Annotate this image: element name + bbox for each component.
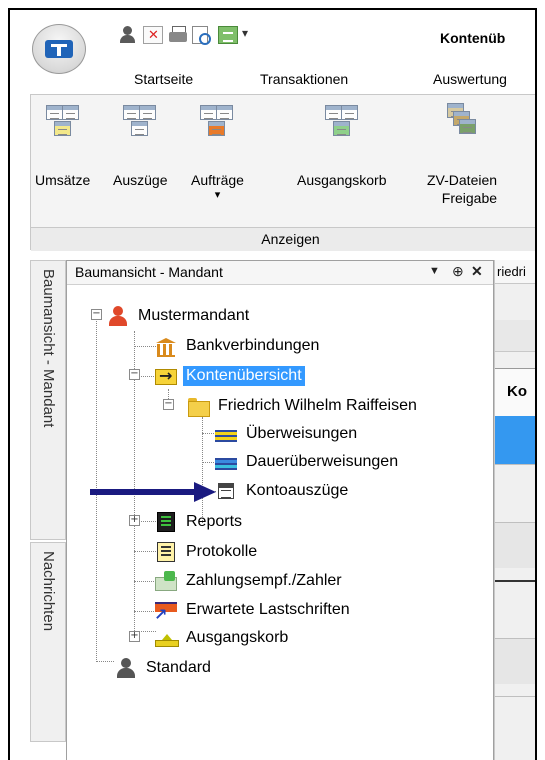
document-toolbar — [495, 320, 535, 352]
pane-title: Baumansicht - Mandant — [75, 264, 223, 280]
direct-debit-icon — [154, 600, 177, 624]
document-area: riedri Ko — [494, 260, 535, 760]
auszuege-icon — [121, 103, 159, 141]
tree-item-kontoauszuege[interactable]: Kontoauszüge — [215, 476, 351, 506]
umsaetze-button[interactable]: Umsätze — [35, 103, 90, 189]
ausgangskorb-button[interactable]: Ausgangskorb — [297, 103, 387, 189]
title-bar: ▾ Kontenüb — [10, 10, 535, 62]
print-icon[interactable] — [168, 26, 188, 44]
grid-row[interactable] — [495, 522, 535, 568]
preview-icon[interactable] — [192, 26, 211, 45]
auszuege-button[interactable]: Auszüge — [113, 103, 167, 189]
tree-item-standard[interactable]: Standard — [115, 653, 214, 683]
umsaetze-icon — [44, 103, 82, 141]
transfer-icon — [215, 430, 237, 442]
report-icon — [157, 512, 175, 532]
collapse-toggle-kontenuebersicht[interactable]: − — [129, 369, 140, 380]
grid-row[interactable] — [495, 696, 535, 742]
application-window: ▾ Kontenüb Startseite Transaktionen Ausw… — [8, 8, 537, 760]
pane-header: Baumansicht - Mandant ▼ ⊕ ✕ — [67, 261, 493, 285]
payee-icon — [155, 571, 177, 591]
collapse-toggle-raiffeisen[interactable]: − — [163, 399, 174, 410]
auftraege-dropdown-icon[interactable]: ▾ — [191, 189, 244, 201]
document-tab[interactable]: riedri — [495, 260, 535, 284]
grid-row[interactable] — [495, 580, 535, 626]
tree-item-mustermandant[interactable]: Mustermandant — [107, 301, 252, 331]
quick-access-dropdown-icon[interactable]: ▾ — [242, 26, 248, 40]
account-overview-icon — [155, 366, 177, 385]
grid-selected-row[interactable] — [495, 416, 535, 464]
tree-item-ausgangskorb[interactable]: Ausgangskorb — [155, 623, 291, 653]
tab-startseite[interactable]: Startseite — [134, 71, 193, 87]
tree-item-raiffeisen[interactable]: Friedrich Wilhelm Raiffeisen — [187, 391, 420, 421]
tab-transaktionen[interactable]: Transaktionen — [260, 71, 348, 87]
grid-row[interactable] — [495, 638, 535, 684]
standing-order-icon — [215, 458, 237, 470]
pane-menu-icon[interactable]: ▼ — [429, 265, 440, 277]
side-tab-baumansicht[interactable]: Baumansicht - Mandant — [30, 260, 66, 540]
auftraege-icon — [198, 103, 236, 141]
ribbon-tab-bar: Startseite Transaktionen Auswertung — [10, 62, 535, 94]
pin-icon[interactable]: ⊕ — [452, 263, 464, 280]
tree-item-protokolle[interactable]: Protokolle — [155, 537, 260, 567]
user-icon[interactable] — [118, 26, 138, 44]
ausgangskorb-icon — [323, 103, 361, 141]
ribbon-group-label: Anzeigen — [31, 227, 535, 251]
close-x-icon[interactable] — [143, 26, 163, 44]
bank-building-icon — [155, 336, 177, 357]
expand-toggle-ausgangskorb[interactable]: + — [129, 631, 140, 642]
protocol-icon — [157, 542, 175, 562]
outbox-icon — [155, 628, 179, 648]
application-menu-button[interactable] — [32, 24, 86, 74]
tree-item-kontenuebersicht[interactable]: Kontenübersicht — [155, 361, 305, 391]
ribbon-panel: Umsätze Auszüge Aufträge ▾ Ausgangskorb … — [30, 94, 535, 251]
tree-item-erwartete-lastschriften[interactable]: Erwartete Lastschriften — [154, 595, 353, 625]
client-person-icon — [107, 306, 129, 326]
folder-icon — [187, 396, 210, 417]
tab-auswertung[interactable]: Auswertung — [433, 71, 507, 87]
zv-dateien-icon — [443, 103, 481, 141]
annotation-arrow — [90, 482, 220, 502]
window-title: Kontenüb — [440, 30, 506, 46]
expand-toggle-reports[interactable]: + — [129, 515, 140, 526]
tree-item-dauerueberweisungen[interactable]: Dauerüberweisungen — [215, 447, 401, 477]
bank-logo-icon — [45, 40, 73, 58]
auftraege-button[interactable]: Aufträge ▾ — [191, 103, 244, 201]
collapse-toggle-mustermandant[interactable]: − — [91, 309, 102, 320]
grid-row[interactable] — [495, 464, 535, 510]
close-icon[interactable]: ✕ — [471, 263, 483, 280]
tree-item-zahlungsempfaenger[interactable]: Zahlungsempf./Zahler — [155, 566, 345, 596]
tree-item-bankverbindungen[interactable]: Bankverbindungen — [155, 331, 322, 361]
tree-item-ueberweisungen[interactable]: Überweisungen — [215, 419, 360, 449]
grid-column-header[interactable]: Ko — [495, 368, 535, 416]
tree-view-pane: Baumansicht - Mandant ▼ ⊕ ✕ − − − + + Mu… — [66, 260, 494, 760]
side-tab-nachrichten[interactable]: Nachrichten — [30, 542, 66, 742]
statement-icon — [218, 483, 234, 499]
zv-dateien-freigabe-button[interactable]: ZV-Dateien Freigabe — [427, 103, 497, 207]
tree-item-reports[interactable]: Reports — [155, 507, 245, 537]
client-person-icon — [115, 658, 137, 678]
export-icon[interactable] — [218, 26, 238, 44]
